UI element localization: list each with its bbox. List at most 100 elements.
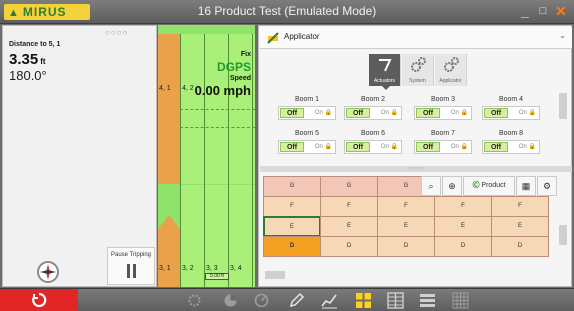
boom-control: Boom 3 Off On 🔒 xyxy=(414,96,472,120)
boom-toggle[interactable]: Off On 🔒 xyxy=(344,106,402,120)
grid-cell-selected[interactable]: E xyxy=(263,216,321,237)
boom-toggle[interactable]: Off On 🔒 xyxy=(482,106,540,120)
boom-toggle[interactable]: Off On 🔒 xyxy=(344,140,402,154)
actuator-icon xyxy=(379,59,392,72)
tab-actuators[interactable]: Actuators xyxy=(369,54,401,86)
grid-cell[interactable]: E xyxy=(320,216,378,237)
grid-cell[interactable]: E xyxy=(491,216,549,237)
boom-name: Boom 6 xyxy=(360,130,386,137)
zoom-out-button[interactable]: ⌕ xyxy=(421,176,441,196)
on-button[interactable]: On 🔒 xyxy=(381,109,398,116)
grid-8-icon[interactable] xyxy=(387,292,404,309)
grid-16-icon[interactable] xyxy=(452,292,469,309)
pause-tripping-label: Pause Tripping xyxy=(110,252,152,258)
on-button[interactable]: On 🔒 xyxy=(451,109,468,116)
off-button[interactable]: Off xyxy=(346,142,370,152)
tab-label: Actuators xyxy=(373,78,396,84)
grid-cell[interactable]: F xyxy=(434,196,492,217)
boom-toggle[interactable]: Off On 🔒 xyxy=(414,140,472,154)
settings-button[interactable]: ⚙ xyxy=(537,176,557,196)
boom-toggle[interactable]: Off On 🔒 xyxy=(482,140,540,154)
boom-scrollbar[interactable] xyxy=(559,93,567,119)
distance-unit: ft xyxy=(40,57,46,66)
gear-icon[interactable] xyxy=(186,292,203,309)
off-button[interactable]: Off xyxy=(484,142,508,152)
lock-icon: 🔒 xyxy=(460,144,468,150)
zoom-in-button[interactable]: ⊕ xyxy=(442,176,462,196)
maximize-button[interactable]: □ xyxy=(534,2,552,20)
grid-cell[interactable]: D xyxy=(377,236,435,257)
boom-name: Boom 5 xyxy=(294,130,320,137)
off-button[interactable]: Off xyxy=(484,108,508,118)
grid-cell[interactable]: F xyxy=(263,196,321,217)
mirus-logo: ▲ MIRUS xyxy=(4,4,90,20)
grid-cell[interactable]: F xyxy=(320,196,378,217)
boom-toggle[interactable]: Off On 🔒 xyxy=(278,140,336,154)
map-orange-strip-bottom xyxy=(158,229,180,287)
pencil-icon[interactable] xyxy=(288,292,305,309)
on-button[interactable]: On 🔒 xyxy=(315,109,332,116)
gauge-icon[interactable] xyxy=(253,292,270,309)
section-splitter[interactable]: ○○○○ xyxy=(260,166,572,172)
on-button[interactable]: On 🔒 xyxy=(451,143,468,150)
gears-icon xyxy=(444,57,459,72)
chart-pie-icon[interactable] xyxy=(222,292,239,309)
boom-control: Boom 6 Off On 🔒 xyxy=(344,130,402,154)
off-button[interactable]: Off xyxy=(416,142,440,152)
home-button[interactable] xyxy=(0,289,78,311)
field-map[interactable]: Fix DGPS Speed 0.00 mph 4, 1 4, 2 3, 1 3… xyxy=(158,25,255,287)
applicator-select[interactable]: Applicator ⌄ xyxy=(260,27,572,49)
tab-applicator[interactable]: Applicator xyxy=(435,54,467,86)
product-button[interactable]: Ⓒ Product xyxy=(463,176,515,196)
on-button[interactable]: On 🔒 xyxy=(381,143,398,150)
grid-scrollbar[interactable] xyxy=(559,225,567,245)
list-icon[interactable] xyxy=(419,292,436,309)
compass-icon[interactable] xyxy=(37,261,59,283)
grid-cell[interactable]: F xyxy=(491,196,549,217)
grid-cell[interactable]: E xyxy=(377,216,435,237)
lock-icon: 🔒 xyxy=(324,144,332,150)
boom-name: Boom 1 xyxy=(294,96,320,103)
off-button[interactable]: Off xyxy=(346,108,370,118)
close-button[interactable]: ✕ xyxy=(552,2,570,20)
title-bar: ▲ MIRUS 16 Product Test (Emulated Mode) _… xyxy=(0,0,574,24)
grid-horizontal-scrollbar[interactable] xyxy=(265,271,285,279)
pause-tripping-button[interactable]: Pause Tripping xyxy=(107,247,155,285)
map-dashed-line xyxy=(180,109,255,110)
line-chart-icon[interactable] xyxy=(321,292,338,309)
lock-icon: 🔒 xyxy=(460,110,468,116)
on-button[interactable]: On 🔒 xyxy=(315,143,332,150)
tab-label: System xyxy=(409,78,426,84)
grid-cell[interactable]: D xyxy=(263,236,321,257)
compass-rose-icon xyxy=(40,264,56,280)
grid-cell[interactable]: E xyxy=(434,216,492,237)
on-button[interactable]: On 🔒 xyxy=(519,109,536,116)
grid-cell[interactable]: F xyxy=(377,196,435,217)
grid-cell[interactable]: D xyxy=(320,236,378,257)
tab-system[interactable]: System xyxy=(402,54,434,86)
minimize-button[interactable]: _ xyxy=(516,2,534,20)
chevron-down-icon: ⌄ xyxy=(559,31,566,40)
grid-4-icon[interactable] xyxy=(355,292,372,309)
off-button[interactable]: Off xyxy=(280,142,304,152)
tab-label: Applicator xyxy=(439,78,462,84)
boom-toggle[interactable]: Off On 🔒 xyxy=(278,106,336,120)
grid-cell[interactable]: G xyxy=(320,176,378,197)
boom-name: Boom 3 xyxy=(430,96,456,103)
grid-cell[interactable]: D xyxy=(491,236,549,257)
lock-icon: 🔒 xyxy=(528,110,536,116)
grid-cell[interactable]: G xyxy=(263,176,321,197)
map-cell-label: 3, 2 xyxy=(182,265,194,272)
grid-cell[interactable]: D xyxy=(434,236,492,257)
grid-view-button[interactable]: ▦ xyxy=(516,176,536,196)
map-cell-label: 4, 1 xyxy=(159,85,171,92)
map-cell-label: 3, 1 xyxy=(159,265,171,272)
logo-text: MIRUS xyxy=(22,5,67,19)
off-button[interactable]: Off xyxy=(416,108,440,118)
boom-toggle[interactable]: Off On 🔒 xyxy=(414,106,472,120)
on-button[interactable]: On 🔒 xyxy=(519,143,536,150)
heading-value: 180.0° xyxy=(9,68,47,83)
off-button[interactable]: Off xyxy=(280,108,304,118)
panel-grip[interactable]: ○○○○ xyxy=(105,28,128,37)
on-label: On xyxy=(314,144,323,150)
